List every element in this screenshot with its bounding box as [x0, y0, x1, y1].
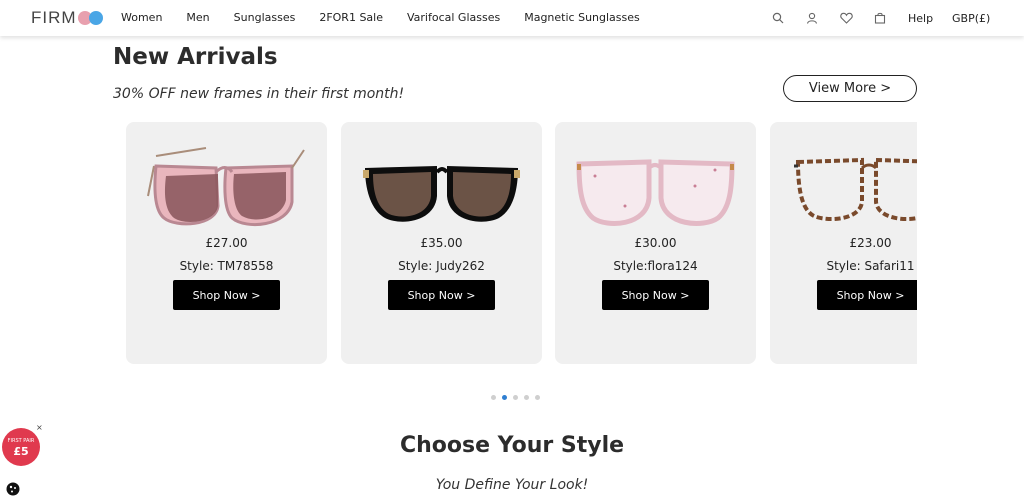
pagination-dot[interactable]	[513, 395, 518, 400]
product-card[interactable]: £30.00 Style:flora124 Shop Now >	[555, 122, 756, 364]
product-image-flora124	[576, 159, 735, 226]
view-more-button[interactable]: View More >	[783, 75, 917, 102]
product-image-tm78558	[147, 147, 305, 226]
logo-dots	[77, 11, 103, 25]
site-header: FIRM Women Men Sunglasses 2FOR1 Sale Var…	[0, 0, 1024, 36]
product-price: £30.00	[634, 236, 677, 250]
main-nav: Women Men Sunglasses 2FOR1 Sale Varifoca…	[121, 11, 664, 24]
section-title-choose-style: Choose Your Style	[399, 433, 625, 458]
product-style: Style: TM78558	[179, 259, 274, 273]
pagination-dot[interactable]	[535, 395, 540, 400]
nav-men[interactable]: Men	[186, 11, 209, 24]
shop-now-button[interactable]: Shop Now >	[173, 280, 280, 310]
section-title-new-arrivals: New Arrivals	[113, 44, 278, 70]
carousel-pagination	[491, 395, 546, 400]
logo[interactable]: FIRM	[31, 8, 103, 28]
currency-selector[interactable]: GBP(£)	[952, 12, 990, 25]
first-pair-promo-badge[interactable]: FIRST PAIR £5	[2, 428, 40, 466]
logo-text: FIRM	[31, 8, 77, 27]
nav-sunglasses[interactable]: Sunglasses	[234, 11, 296, 24]
product-price: £23.00	[849, 236, 892, 250]
cookie-icon[interactable]	[6, 482, 20, 496]
promo-close-icon[interactable]: ×	[36, 423, 43, 432]
promo-line1: FIRST PAIR	[7, 438, 35, 444]
product-card[interactable]: £23.00 Style: Safari11 Shop Now >	[770, 122, 917, 364]
pagination-dot[interactable]	[491, 395, 496, 400]
nav-magnetic-sunglasses[interactable]: Magnetic Sunglasses	[524, 11, 640, 24]
shop-now-button[interactable]: Shop Now >	[817, 280, 917, 310]
pagination-dot-active[interactable]	[502, 395, 507, 400]
nav-varifocal-glasses[interactable]: Varifocal Glasses	[407, 11, 500, 24]
section-subtitle-choose-style: You Define Your Look!	[435, 477, 589, 493]
product-card[interactable]: £27.00 Style: TM78558 Shop Now >	[126, 122, 327, 364]
help-link[interactable]: Help	[908, 12, 933, 25]
heart-icon[interactable]	[838, 10, 854, 26]
product-image-judy262	[363, 166, 520, 222]
promo-line2: £5	[13, 445, 29, 458]
bag-icon[interactable]	[872, 10, 888, 26]
header-icons	[770, 10, 906, 26]
product-carousel: £27.00 Style: TM78558 Shop Now > £35.00 …	[126, 122, 917, 364]
product-style: Style: Judy262	[398, 259, 485, 273]
product-card[interactable]: £35.00 Style: Judy262 Shop Now >	[341, 122, 542, 364]
nav-2for1-sale[interactable]: 2FOR1 Sale	[319, 11, 383, 24]
product-price: £27.00	[205, 236, 248, 250]
pagination-dot[interactable]	[524, 395, 529, 400]
shop-now-button[interactable]: Shop Now >	[388, 280, 495, 310]
product-style: Style: Safari11	[826, 259, 915, 273]
product-image-safari11	[794, 157, 917, 222]
search-icon[interactable]	[770, 10, 786, 26]
shop-now-button[interactable]: Shop Now >	[602, 280, 709, 310]
product-style: Style:flora124	[613, 259, 698, 273]
nav-women[interactable]: Women	[121, 11, 162, 24]
product-price: £35.00	[420, 236, 463, 250]
user-icon[interactable]	[804, 10, 820, 26]
section-subtitle: 30% OFF new frames in their first month!	[113, 86, 405, 102]
